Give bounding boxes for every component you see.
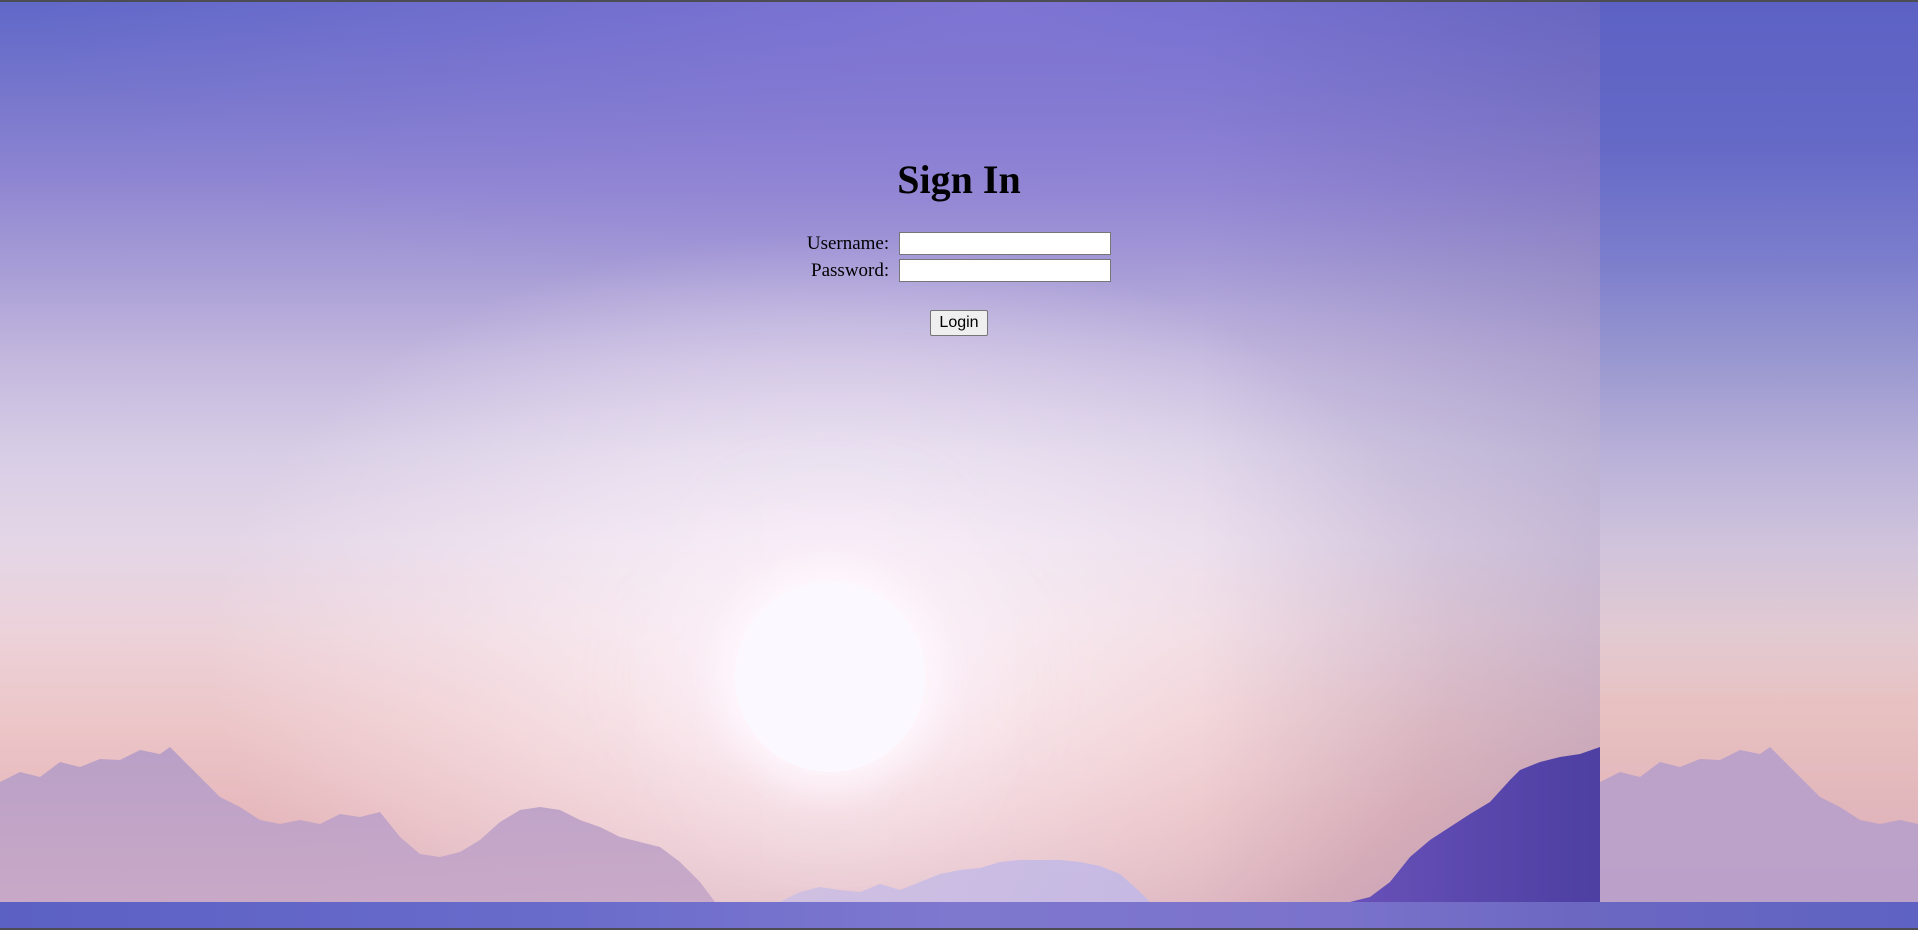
background-scene bbox=[0, 2, 1600, 902]
password-input[interactable] bbox=[899, 259, 1112, 282]
login-button[interactable]: Login bbox=[930, 310, 988, 336]
password-row: Password: bbox=[807, 257, 1112, 284]
scene-vignette bbox=[0, 2, 1600, 902]
password-cell bbox=[899, 257, 1112, 284]
background-tile-repeat bbox=[1600, 2, 1918, 902]
sign-in-form: Sign In Username: Password: Login bbox=[0, 150, 1918, 336]
username-input[interactable] bbox=[899, 232, 1112, 255]
footer-band bbox=[0, 902, 1918, 928]
credentials-table: Username: Password: bbox=[806, 230, 1112, 284]
username-label: Username: bbox=[806, 232, 890, 254]
mountains-repeat-image bbox=[1600, 747, 1918, 902]
username-row: Username: bbox=[806, 230, 1112, 257]
password-label: Password: bbox=[811, 259, 890, 281]
page-title: Sign In bbox=[897, 157, 1021, 202]
username-cell bbox=[899, 230, 1112, 257]
